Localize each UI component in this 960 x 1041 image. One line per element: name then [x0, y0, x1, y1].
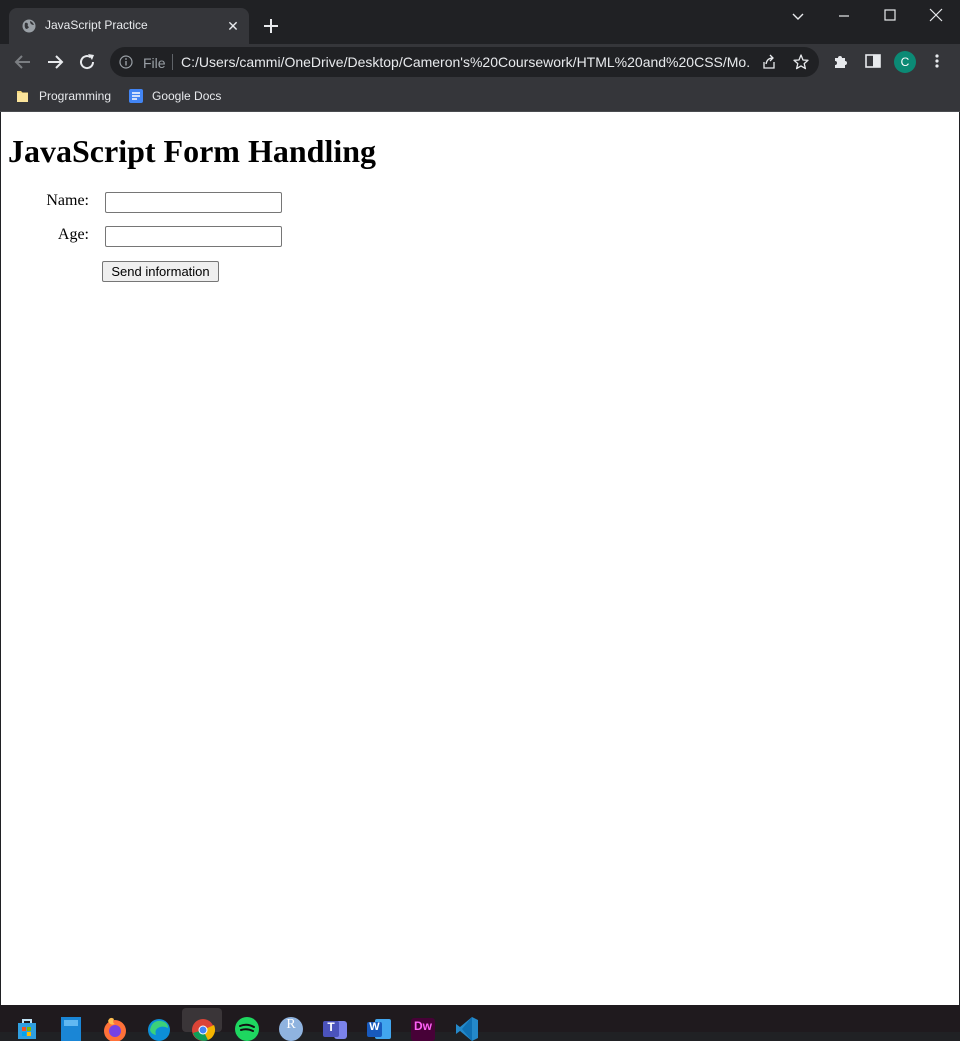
teams-icon[interactable]: T — [322, 1015, 348, 1041]
minimize-icon[interactable] — [821, 0, 867, 32]
microsoft-store-icon[interactable] — [14, 1015, 40, 1041]
chevron-down-icon[interactable] — [788, 6, 808, 26]
file-scheme-label: File — [143, 55, 166, 71]
dreamweaver-icon[interactable]: Dw — [410, 1015, 436, 1041]
vscode-icon[interactable] — [454, 1015, 480, 1041]
tab-strip: JavaScript Practice ✕ — [0, 0, 960, 44]
google-docs-icon — [129, 89, 143, 103]
file-explorer-icon[interactable] — [58, 1015, 84, 1041]
back-arrow-icon[interactable] — [11, 50, 35, 74]
share-icon[interactable] — [760, 53, 778, 71]
bookmarks-bar: Programming Google Docs — [0, 80, 960, 112]
dreamweaver-icon-letters: Dw — [414, 1019, 432, 1033]
spotify-icon[interactable] — [234, 1015, 260, 1041]
send-information-button[interactable]: Send information — [102, 261, 219, 282]
info-icon[interactable] — [119, 55, 133, 69]
edge-icon[interactable] — [146, 1015, 172, 1041]
tab-title: JavaScript Practice — [45, 18, 148, 32]
chrome-icon[interactable] — [190, 1015, 216, 1041]
address-divider — [172, 54, 173, 70]
page-title: JavaScript Form Handling — [8, 133, 377, 169]
bookmark-label: Programming — [39, 89, 112, 103]
name-input[interactable] — [105, 192, 282, 213]
maximize-icon[interactable] — [867, 0, 913, 32]
extensions-puzzle-icon[interactable] — [831, 51, 851, 71]
browser-tab[interactable]: JavaScript Practice ✕ — [9, 8, 249, 44]
window-close-icon[interactable] — [913, 0, 959, 32]
word-icon[interactable]: W — [366, 1015, 392, 1041]
reload-icon[interactable] — [75, 50, 99, 74]
word-icon-letter: W — [369, 1021, 380, 1033]
profile-avatar[interactable]: C — [894, 51, 916, 73]
forward-arrow-icon[interactable] — [43, 50, 67, 74]
side-panel-icon[interactable] — [863, 51, 883, 71]
windows-taskbar: R T W Dw — [0, 1005, 960, 1041]
close-tab-icon[interactable]: ✕ — [223, 16, 243, 36]
age-input[interactable] — [105, 226, 282, 247]
new-tab-icon[interactable] — [260, 15, 282, 37]
r-icon[interactable]: R — [278, 1015, 304, 1041]
firefox-icon[interactable] — [102, 1015, 128, 1041]
r-icon-letter: R — [286, 1017, 296, 1032]
bookmark-star-icon[interactable] — [792, 53, 810, 71]
age-label: Age: — [57, 226, 89, 243]
bookmark-label: Google Docs — [152, 89, 222, 103]
address-bar[interactable]: File C:/Users/cammi/OneDrive/Desktop/Cam… — [110, 47, 819, 77]
name-label: Name: — [46, 192, 89, 209]
url-text[interactable]: C:/Users/cammi/OneDrive/Desktop/Cameron'… — [181, 54, 751, 70]
folder-icon — [17, 91, 28, 102]
page-viewport: JavaScript Form Handling Name: Age: Send… — [1, 112, 959, 1005]
browser-toolbar: File C:/Users/cammi/OneDrive/Desktop/Cam… — [0, 44, 960, 80]
globe-icon — [22, 19, 36, 33]
more-menu-icon[interactable] — [927, 51, 947, 71]
